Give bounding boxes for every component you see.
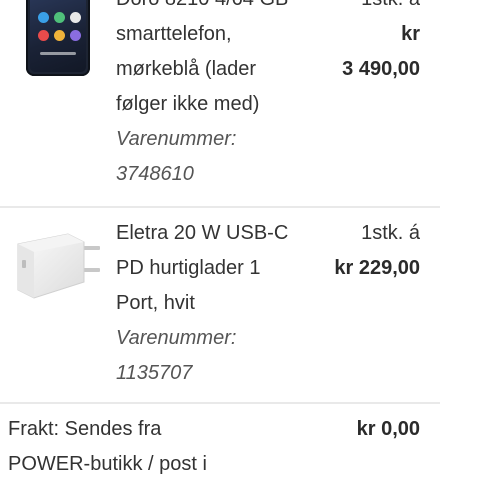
quantity-label: 1stk. á bbox=[361, 222, 420, 244]
charger-image bbox=[17, 233, 100, 299]
product-name-line: PD hurtiglader 1 bbox=[116, 257, 261, 279]
shipping-label-line: POWER-butikk / post i bbox=[8, 453, 207, 475]
item-price: 3 490,00 bbox=[342, 58, 420, 80]
product-name-line: Doro 8210 4/64 GB bbox=[116, 0, 316, 17]
product-name-line: smarttelefon, bbox=[116, 23, 232, 45]
sku-label: Varenummer: bbox=[116, 128, 237, 150]
product-name-line: følger ikke med) bbox=[116, 93, 260, 115]
item-price: kr 229,00 bbox=[334, 257, 420, 279]
product-description: Doro 8210 4/64 GB smarttelefon, mørkeblå… bbox=[116, 0, 316, 192]
product-name-line: Port, hvit bbox=[116, 292, 195, 314]
product-name-line: Eletra 20 W USB-C bbox=[116, 222, 289, 244]
product-name-line: mørkeblå (lader bbox=[116, 58, 257, 80]
shipping-price: kr 0,00 bbox=[356, 418, 420, 440]
quantity-label: 1stk. á bbox=[361, 0, 420, 17]
sku-value: 1135707 bbox=[116, 362, 193, 384]
sku-label: Varenummer: bbox=[116, 327, 237, 349]
shipping-label: Frakt: Sendes fra POWER-butikk / post i bbox=[8, 412, 308, 480]
shipping-label-line: Frakt: Sendes fra bbox=[8, 418, 162, 440]
divider bbox=[0, 402, 440, 404]
phone-image bbox=[26, 0, 90, 76]
product-description: Eletra 20 W USB-C PD hurtiglader 1 Port,… bbox=[116, 216, 316, 391]
order-line-item: Eletra 20 W USB-C PD hurtiglader 1 Port,… bbox=[0, 208, 440, 403]
order-summary: Doro 8210 4/64 GB smarttelefon, mørkeblå… bbox=[0, 0, 480, 480]
sku-value: 3748610 bbox=[116, 163, 194, 185]
quantity-line: 1stk. á bbox=[361, 0, 420, 17]
currency-label: kr bbox=[401, 23, 420, 45]
order-line-item: Doro 8210 4/64 GB smarttelefon, mørkeblå… bbox=[0, 0, 440, 208]
